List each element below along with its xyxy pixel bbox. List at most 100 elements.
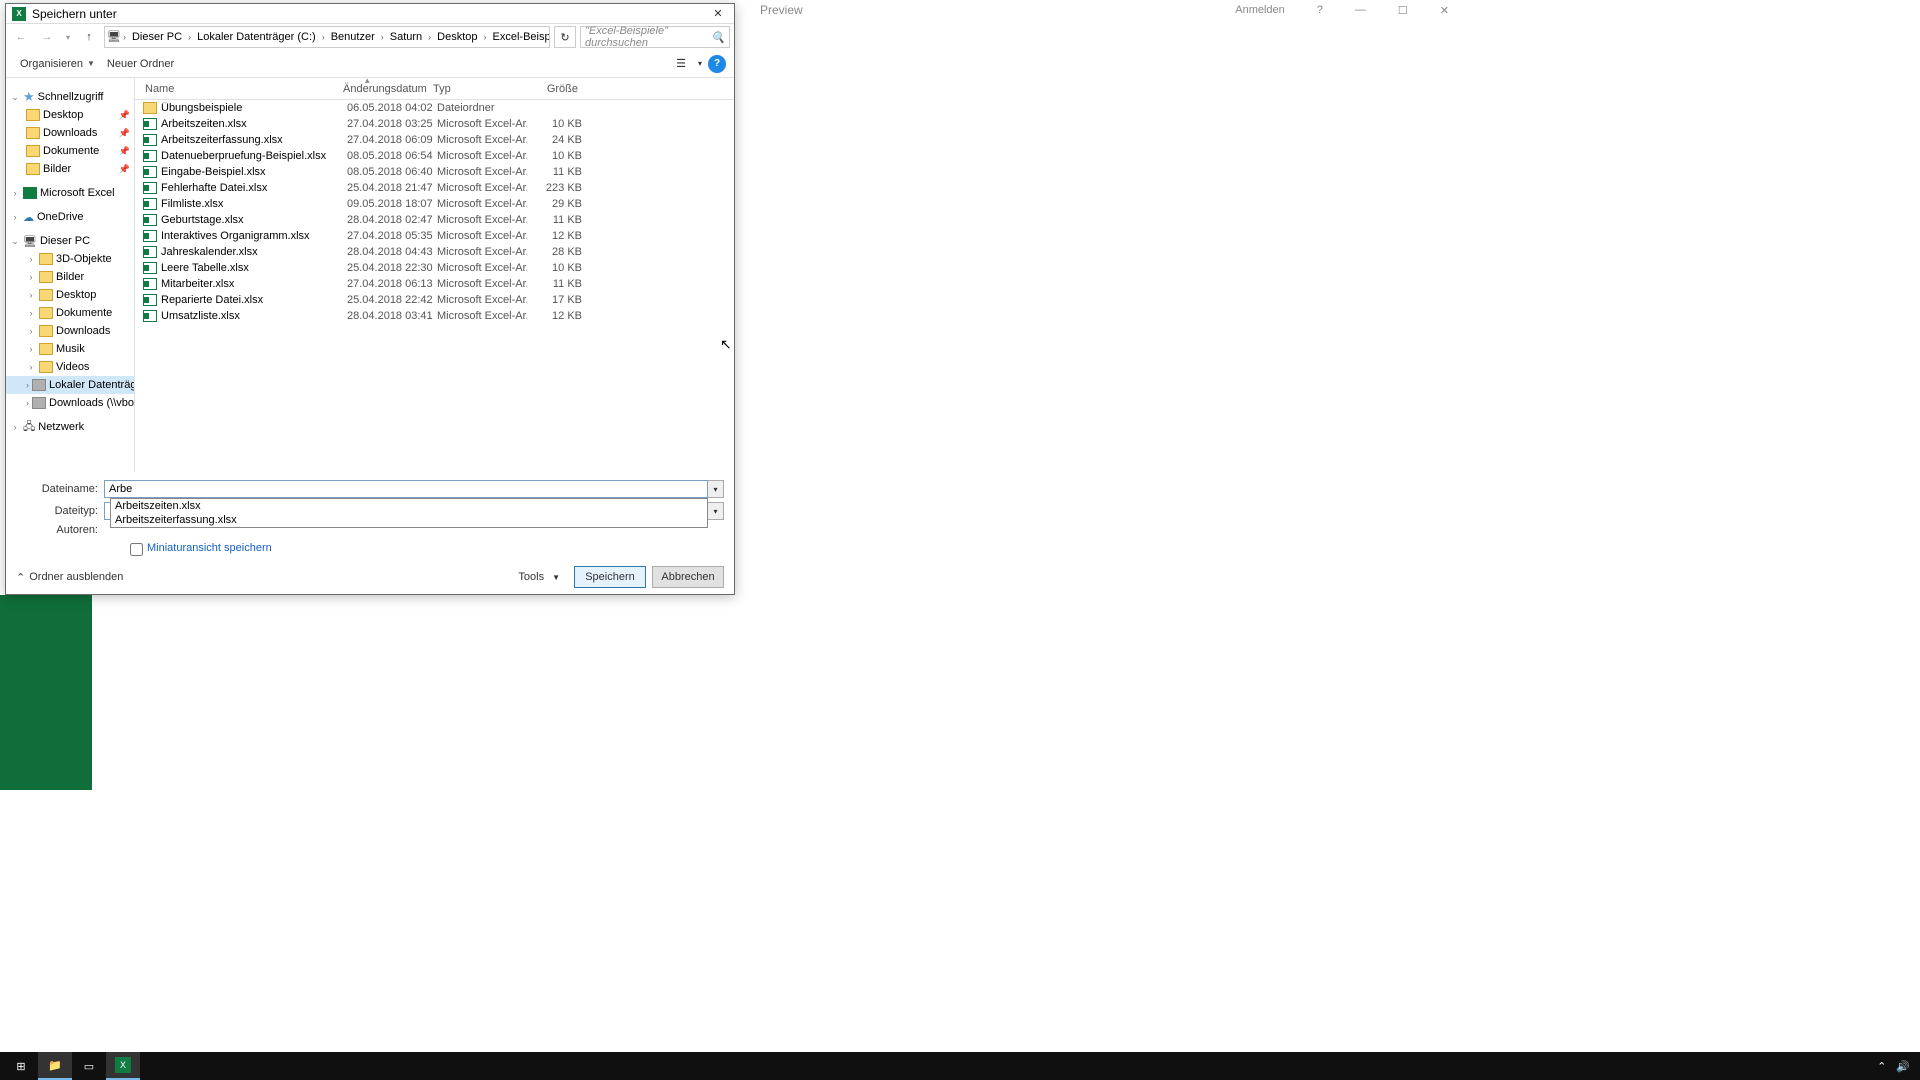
tree-item-ms-excel[interactable]: › Microsoft Excel — [6, 184, 134, 202]
tree-item-pictures2[interactable]: ›Bilder — [6, 268, 134, 286]
collapse-icon[interactable]: ⌄ — [10, 236, 20, 247]
tree-item-documents2[interactable]: ›Dokumente — [6, 304, 134, 322]
column-size[interactable]: Größe — [523, 83, 578, 95]
help-button[interactable]: ? — [708, 55, 726, 73]
column-date[interactable]: Änderungsdatum — [343, 83, 433, 95]
crumb[interactable]: Desktop — [433, 31, 481, 43]
file-date: 06.05.2018 04:02 — [347, 102, 437, 114]
file-row[interactable]: Arbeitszeiterfassung.xlsx27.04.2018 06:0… — [135, 132, 734, 148]
recent-dropdown[interactable]: ▾ — [62, 26, 74, 48]
file-row[interactable]: Umsatzliste.xlsx28.04.2018 03:41Microsof… — [135, 308, 734, 324]
tree-item-3d-objects[interactable]: ›3D-Objekte — [6, 250, 134, 268]
tree-item-videos[interactable]: ›Videos — [6, 358, 134, 376]
file-size: 29 KB — [527, 198, 582, 210]
tree-item-desktop2[interactable]: ›Desktop — [6, 286, 134, 304]
crumb[interactable]: Benutzer — [327, 31, 379, 43]
save-button[interactable]: Speichern — [574, 566, 646, 588]
column-headers[interactable]: Name Änderungsdatum Typ Größe — [135, 78, 734, 100]
tree-item-desktop[interactable]: Desktop 📌 — [6, 106, 134, 124]
refresh-button[interactable]: ↻ — [554, 26, 576, 48]
tree-item-this-pc[interactable]: ⌄ 🖥 Dieser PC — [6, 232, 134, 250]
help-icon[interactable]: ? — [1317, 4, 1323, 16]
file-row[interactable]: Fehlerhafte Datei.xlsx25.04.2018 21:47Mi… — [135, 180, 734, 196]
chevron-right-icon[interactable]: › — [381, 32, 384, 42]
file-row[interactable]: Leere Tabelle.xlsx25.04.2018 22:30Micros… — [135, 260, 734, 276]
filetype-dropdown-button[interactable]: ▾ — [708, 502, 724, 520]
minimize-icon[interactable]: — — [1355, 4, 1366, 16]
organize-button[interactable]: Organisieren ▼ — [14, 56, 101, 72]
expand-icon[interactable]: › — [10, 212, 20, 222]
autocomplete-item[interactable]: Arbeitszeiten.xlsx — [111, 499, 707, 513]
chevron-right-icon[interactable]: › — [428, 32, 431, 42]
collapse-icon[interactable]: ⌄ — [10, 92, 20, 103]
file-row[interactable]: Filmliste.xlsx09.05.2018 18:07Microsoft … — [135, 196, 734, 212]
titlebar[interactable]: X Speichern unter ✕ — [6, 4, 734, 24]
crumb[interactable]: Excel-Beispiele — [489, 31, 550, 43]
filename-input[interactable] — [104, 480, 708, 498]
forward-button[interactable]: → — [36, 26, 58, 48]
breadcrumb[interactable]: 🖥 › Dieser PC › Lokaler Datenträger (C:)… — [104, 26, 550, 48]
chevron-right-icon[interactable]: › — [123, 32, 126, 42]
tree-item-network[interactable]: ›🖧Netzwerk — [6, 418, 134, 436]
file-row[interactable]: Datenueberpruefung-Beispiel.xlsx08.05.20… — [135, 148, 734, 164]
thumbnail-label[interactable]: Miniaturansicht speichern — [147, 542, 272, 555]
file-date: 08.05.2018 06:40 — [347, 166, 437, 178]
file-row[interactable]: Arbeitszeiten.xlsx27.04.2018 03:25Micros… — [135, 116, 734, 132]
up-button[interactable]: ↑ — [78, 26, 100, 48]
file-row[interactable]: Jahreskalender.xlsx28.04.2018 04:43Micro… — [135, 244, 734, 260]
close-button[interactable]: ✕ — [702, 4, 734, 24]
tray-volume-icon[interactable]: 🔊 — [1896, 1060, 1910, 1073]
autocomplete-item[interactable]: Arbeitszeiterfassung.xlsx — [111, 513, 707, 527]
chevron-right-icon[interactable]: › — [484, 32, 487, 42]
file-row[interactable]: Eingabe-Beispiel.xlsx08.05.2018 06:40Mic… — [135, 164, 734, 180]
file-row[interactable]: Geburtstage.xlsx28.04.2018 02:47Microsof… — [135, 212, 734, 228]
crumb[interactable]: Saturn — [386, 31, 426, 43]
start-button[interactable]: ⊞ — [4, 1052, 38, 1080]
tree-item-vbox[interactable]: ›Downloads (\\vbox — [6, 394, 134, 412]
navigation-tree[interactable]: ⌄ ★ Schnellzugriff Desktop 📌 Downloads 📌… — [6, 78, 135, 472]
back-button[interactable]: ← — [10, 26, 32, 48]
system-tray[interactable]: ⌃ 🔊 — [1877, 1060, 1916, 1073]
thumbnail-checkbox[interactable] — [130, 543, 143, 556]
tree-item-downloads2[interactable]: ›Downloads — [6, 322, 134, 340]
column-name[interactable]: Name — [143, 83, 343, 95]
file-row[interactable]: Übungsbeispiele06.05.2018 04:02Dateiordn… — [135, 100, 734, 116]
autocomplete-popup[interactable]: Arbeitszeiten.xlsx Arbeitszeiterfassung.… — [110, 498, 708, 528]
chevron-right-icon[interactable]: › — [188, 32, 191, 42]
taskbar[interactable]: ⊞ 📁 ▭ X ⌃ 🔊 — [0, 1052, 1920, 1080]
maximize-icon[interactable]: ☐ — [1398, 4, 1408, 17]
file-row[interactable]: Reparierte Datei.xlsx25.04.2018 22:42Mic… — [135, 292, 734, 308]
excel-file-icon — [143, 166, 157, 178]
cancel-button[interactable]: Abbrechen — [652, 566, 724, 588]
column-type[interactable]: Typ — [433, 83, 523, 95]
new-folder-button[interactable]: Neuer Ordner — [101, 56, 180, 72]
crumb[interactable]: Lokaler Datenträger (C:) — [193, 31, 320, 43]
filename-label: Dateiname: — [16, 483, 104, 495]
tools-dropdown[interactable]: Tools ▼ — [510, 569, 568, 585]
tree-item-pictures[interactable]: Bilder 📌 — [6, 160, 134, 178]
file-list[interactable]: Übungsbeispiele06.05.2018 04:02Dateiordn… — [135, 100, 734, 472]
file-row[interactable]: Interaktives Organigramm.xlsx27.04.2018 … — [135, 228, 734, 244]
close-icon[interactable]: ✕ — [1440, 4, 1449, 17]
tree-item-documents[interactable]: Dokumente 📌 — [6, 142, 134, 160]
search-icon[interactable]: 🔍 — [711, 31, 725, 44]
tree-item-music[interactable]: ›Musik — [6, 340, 134, 358]
file-row[interactable]: Mitarbeiter.xlsx27.04.2018 06:13Microsof… — [135, 276, 734, 292]
chevron-right-icon[interactable]: › — [322, 32, 325, 42]
tree-item-downloads[interactable]: Downloads 📌 — [6, 124, 134, 142]
taskbar-explorer[interactable]: 📁 — [38, 1052, 72, 1080]
crumb[interactable]: Dieser PC — [128, 31, 186, 43]
taskbar-excel[interactable]: X — [106, 1052, 140, 1080]
search-input[interactable]: "Excel-Beispiele" durchsuchen 🔍 — [580, 26, 730, 48]
view-dropdown[interactable]: ▾ — [694, 53, 706, 75]
tree-item-local-disk[interactable]: ›Lokaler Datenträger — [6, 376, 134, 394]
view-mode-button[interactable]: ☰ — [670, 53, 692, 75]
expand-icon[interactable]: › — [10, 188, 20, 198]
taskbar-app[interactable]: ▭ — [72, 1052, 106, 1080]
tree-item-quick-access[interactable]: ⌄ ★ Schnellzugriff — [6, 88, 134, 106]
tray-chevron-icon[interactable]: ⌃ — [1877, 1060, 1886, 1073]
signin-link[interactable]: Anmelden — [1235, 4, 1285, 16]
filename-dropdown-button[interactable]: ▾ — [708, 480, 724, 498]
tree-item-onedrive[interactable]: › ☁ OneDrive — [6, 208, 134, 226]
hide-folders-button[interactable]: ⌃ Ordner ausblenden — [16, 571, 123, 584]
